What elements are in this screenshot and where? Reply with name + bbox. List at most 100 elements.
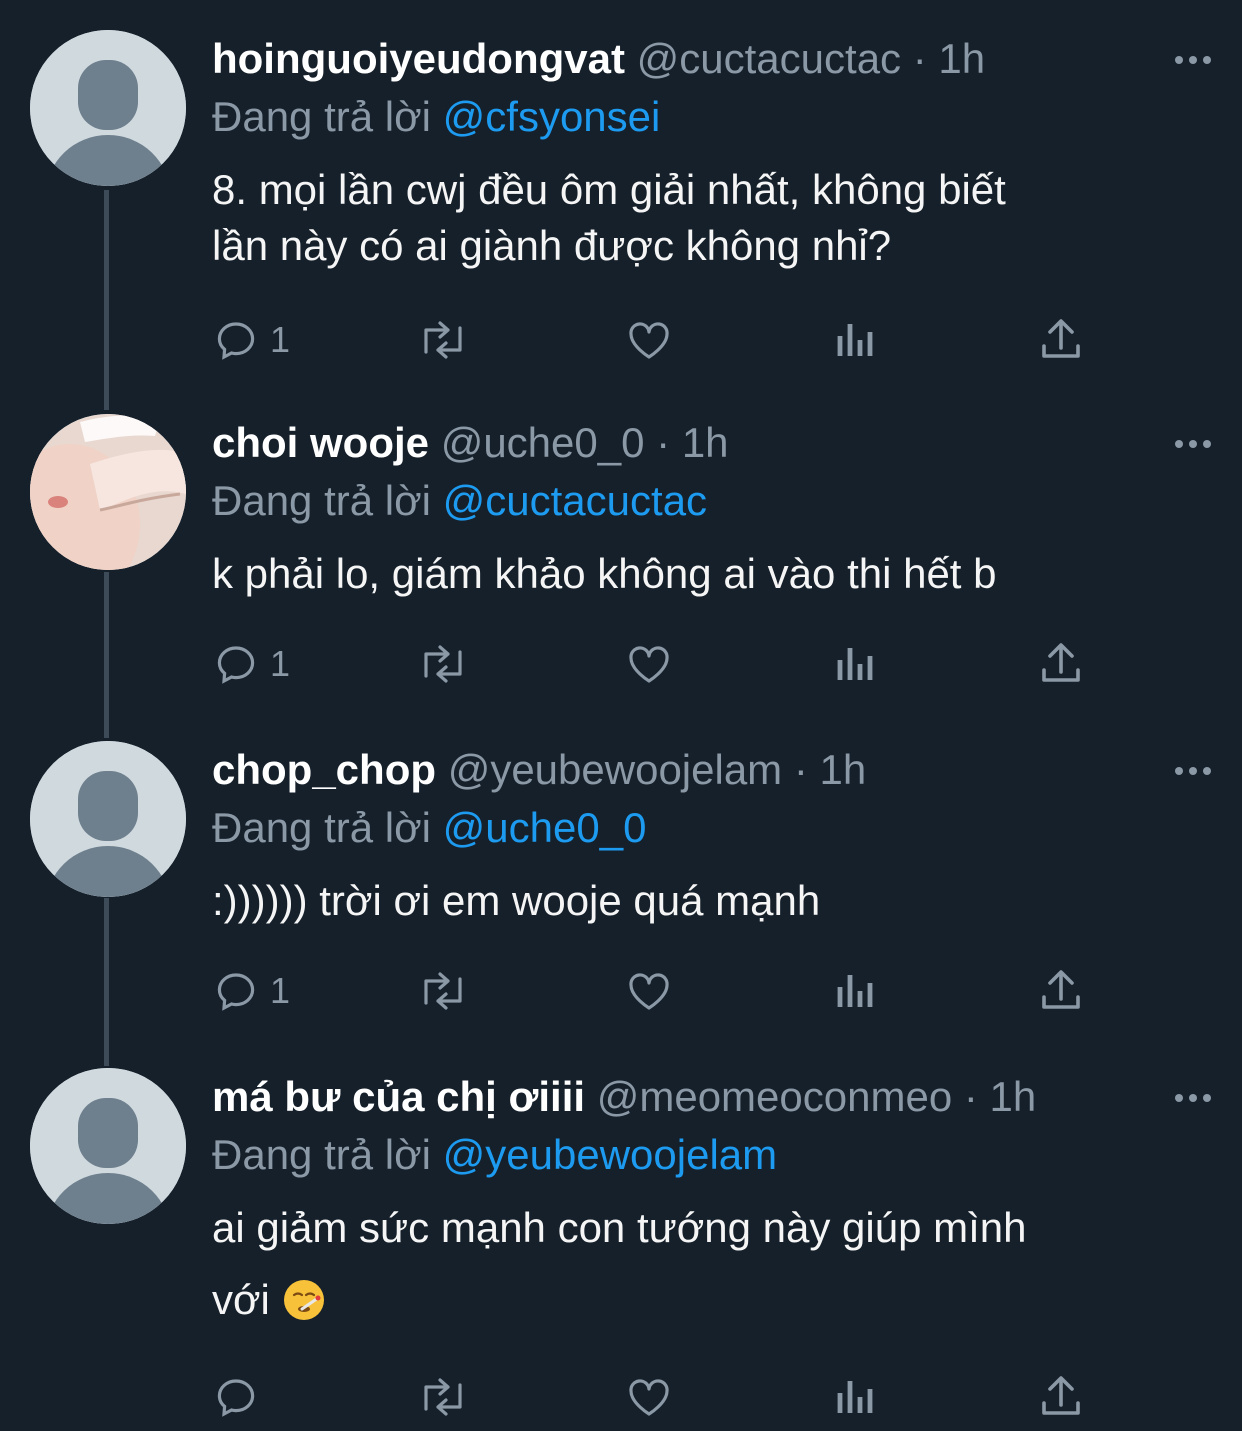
default-avatar-icon: [30, 30, 186, 186]
mention-link[interactable]: @yeubewoojelam: [443, 1131, 777, 1178]
reply-button[interactable]: 1: [212, 636, 290, 692]
tweet-header: choi wooje @uche0_0 · 1h: [212, 414, 1182, 472]
separator: ·: [793, 746, 808, 793]
reply-count: 1: [270, 970, 291, 1011]
face-with-thermometer-emoji-icon: [283, 1280, 324, 1320]
reply-button[interactable]: [212, 1369, 270, 1425]
share-icon: [1042, 1376, 1080, 1415]
more-options-icon[interactable]: [1174, 759, 1212, 783]
timestamp[interactable]: 1h: [938, 35, 985, 82]
like-button[interactable]: [624, 312, 674, 368]
retweet-icon: [424, 1378, 462, 1416]
display-name[interactable]: má bư của chị ơiiii: [212, 1073, 585, 1120]
analytics-button[interactable]: [834, 636, 878, 692]
tweet-header: chop_chop @yeubewoojelam · 1h: [212, 741, 1182, 799]
replying-to: Đang trả lời @cfsyonsei: [212, 88, 660, 146]
retweet-icon: [424, 321, 462, 359]
more-options-icon[interactable]: [1174, 1086, 1212, 1110]
tweet-text: :)))))) trời ơi em wooje quá mạnh: [212, 873, 1202, 929]
tweet-text-line: ai giảm sức mạnh con tướng này giúp mình: [212, 1204, 1027, 1251]
photo-avatar-icon: [30, 414, 186, 570]
tweet-text: ai giảm sức mạnh con tướng này giúp mình…: [212, 1200, 1202, 1328]
reply-button[interactable]: 1: [212, 312, 290, 368]
tweet[interactable]: chop_chop @yeubewoojelam · 1h Đang trả l…: [0, 741, 1242, 1061]
handle[interactable]: @meomeoconmeo: [597, 1073, 952, 1120]
retweet-button[interactable]: [414, 636, 472, 692]
heart-icon: [629, 646, 669, 683]
display-name[interactable]: chop_chop: [212, 746, 436, 793]
mention-link[interactable]: @cuctacuctac: [443, 477, 707, 524]
heart-icon: [629, 973, 669, 1010]
action-bar: 1: [212, 963, 1112, 1019]
reply-icon: [217, 973, 255, 1011]
mention-link[interactable]: @cfsyonsei: [443, 93, 661, 140]
retweet-button[interactable]: [414, 1369, 472, 1425]
mention-link[interactable]: @uche0_0: [443, 804, 647, 851]
heart-icon: [629, 322, 669, 359]
retweet-button[interactable]: [414, 963, 472, 1019]
display-name[interactable]: choi wooje: [212, 419, 429, 466]
reply-count: 1: [270, 319, 291, 360]
tweet-text-line: k phải lo, giám khảo không ai vào thi hế…: [212, 550, 997, 597]
tweet-text: k phải lo, giám khảo không ai vào thi hế…: [212, 546, 1202, 602]
tweet-header: hoinguoiyeudongvat @cuctacuctac · 1h: [212, 30, 1182, 88]
share-icon: [1042, 319, 1080, 358]
separator: ·: [963, 1073, 978, 1120]
separator: ·: [656, 419, 671, 466]
share-button[interactable]: [1038, 312, 1084, 368]
avatar[interactable]: [30, 414, 186, 570]
like-button[interactable]: [624, 963, 674, 1019]
handle[interactable]: @uche0_0: [441, 419, 645, 466]
handle[interactable]: @cuctacuctac: [637, 35, 901, 82]
tweet-text-line-with-emoji: với: [212, 1272, 1202, 1328]
replying-to: Đang trả lời @cuctacuctac: [212, 472, 707, 530]
share-button[interactable]: [1038, 963, 1084, 1019]
timestamp[interactable]: 1h: [990, 1073, 1037, 1120]
share-button[interactable]: [1038, 636, 1084, 692]
replying-to: Đang trả lời @uche0_0: [212, 799, 646, 857]
handle[interactable]: @yeubewoojelam: [448, 746, 782, 793]
tweet[interactable]: choi wooje @uche0_0 · 1h Đang trả lời @c…: [0, 414, 1242, 734]
avatar[interactable]: [30, 741, 186, 897]
display-name[interactable]: hoinguoiyeudongvat: [212, 35, 625, 82]
default-avatar-icon: [30, 741, 186, 897]
tweet-text: 8. mọi lần cwj đều ôm giải nhất, không b…: [212, 162, 1202, 274]
heart-icon: [629, 1379, 669, 1416]
share-icon: [1042, 643, 1080, 682]
reply-icon: [217, 646, 255, 684]
analytics-icon: [837, 1381, 873, 1413]
retweet-icon: [424, 972, 462, 1010]
avatar[interactable]: [30, 30, 186, 186]
share-button[interactable]: [1038, 1369, 1084, 1425]
analytics-button[interactable]: [834, 963, 878, 1019]
like-button[interactable]: [624, 636, 674, 692]
tweet-text-line: lần này có ai giành được không nhỉ?: [212, 222, 892, 269]
avatar[interactable]: [30, 1068, 186, 1224]
tweet-text-line: 8. mọi lần cwj đều ôm giải nhất, không b…: [212, 166, 1006, 213]
replying-to-label: Đang trả lời: [212, 93, 431, 140]
analytics-icon: [837, 975, 873, 1007]
analytics-button[interactable]: [834, 1369, 878, 1425]
timestamp[interactable]: 1h: [682, 419, 729, 466]
like-button[interactable]: [624, 1369, 674, 1425]
analytics-button[interactable]: [834, 312, 878, 368]
reply-count: 1: [270, 643, 291, 684]
tweet-text-line: với: [212, 1276, 270, 1323]
action-bar: [212, 1369, 1112, 1425]
retweet-icon: [424, 645, 462, 683]
tweet[interactable]: hoinguoiyeudongvat @cuctacuctac · 1h Đan…: [0, 30, 1242, 410]
analytics-icon: [837, 324, 873, 356]
retweet-button[interactable]: [414, 312, 472, 368]
timestamp[interactable]: 1h: [820, 746, 867, 793]
tweet-header: má bư của chị ơiiii @meomeoconmeo · 1h: [212, 1068, 1152, 1126]
analytics-icon: [837, 648, 873, 680]
reply-icon: [217, 1379, 255, 1417]
more-options-icon[interactable]: [1174, 432, 1212, 456]
tweet[interactable]: má bư của chị ơiiii @meomeoconmeo · 1h Đ…: [0, 1068, 1242, 1431]
separator: ·: [912, 35, 927, 82]
reply-button[interactable]: 1: [212, 963, 290, 1019]
tweet-text-line: :)))))) trời ơi em wooje quá mạnh: [212, 877, 821, 924]
more-options-icon[interactable]: [1174, 48, 1212, 72]
replying-to-label: Đang trả lời: [212, 1131, 431, 1178]
action-bar: 1: [212, 636, 1112, 692]
